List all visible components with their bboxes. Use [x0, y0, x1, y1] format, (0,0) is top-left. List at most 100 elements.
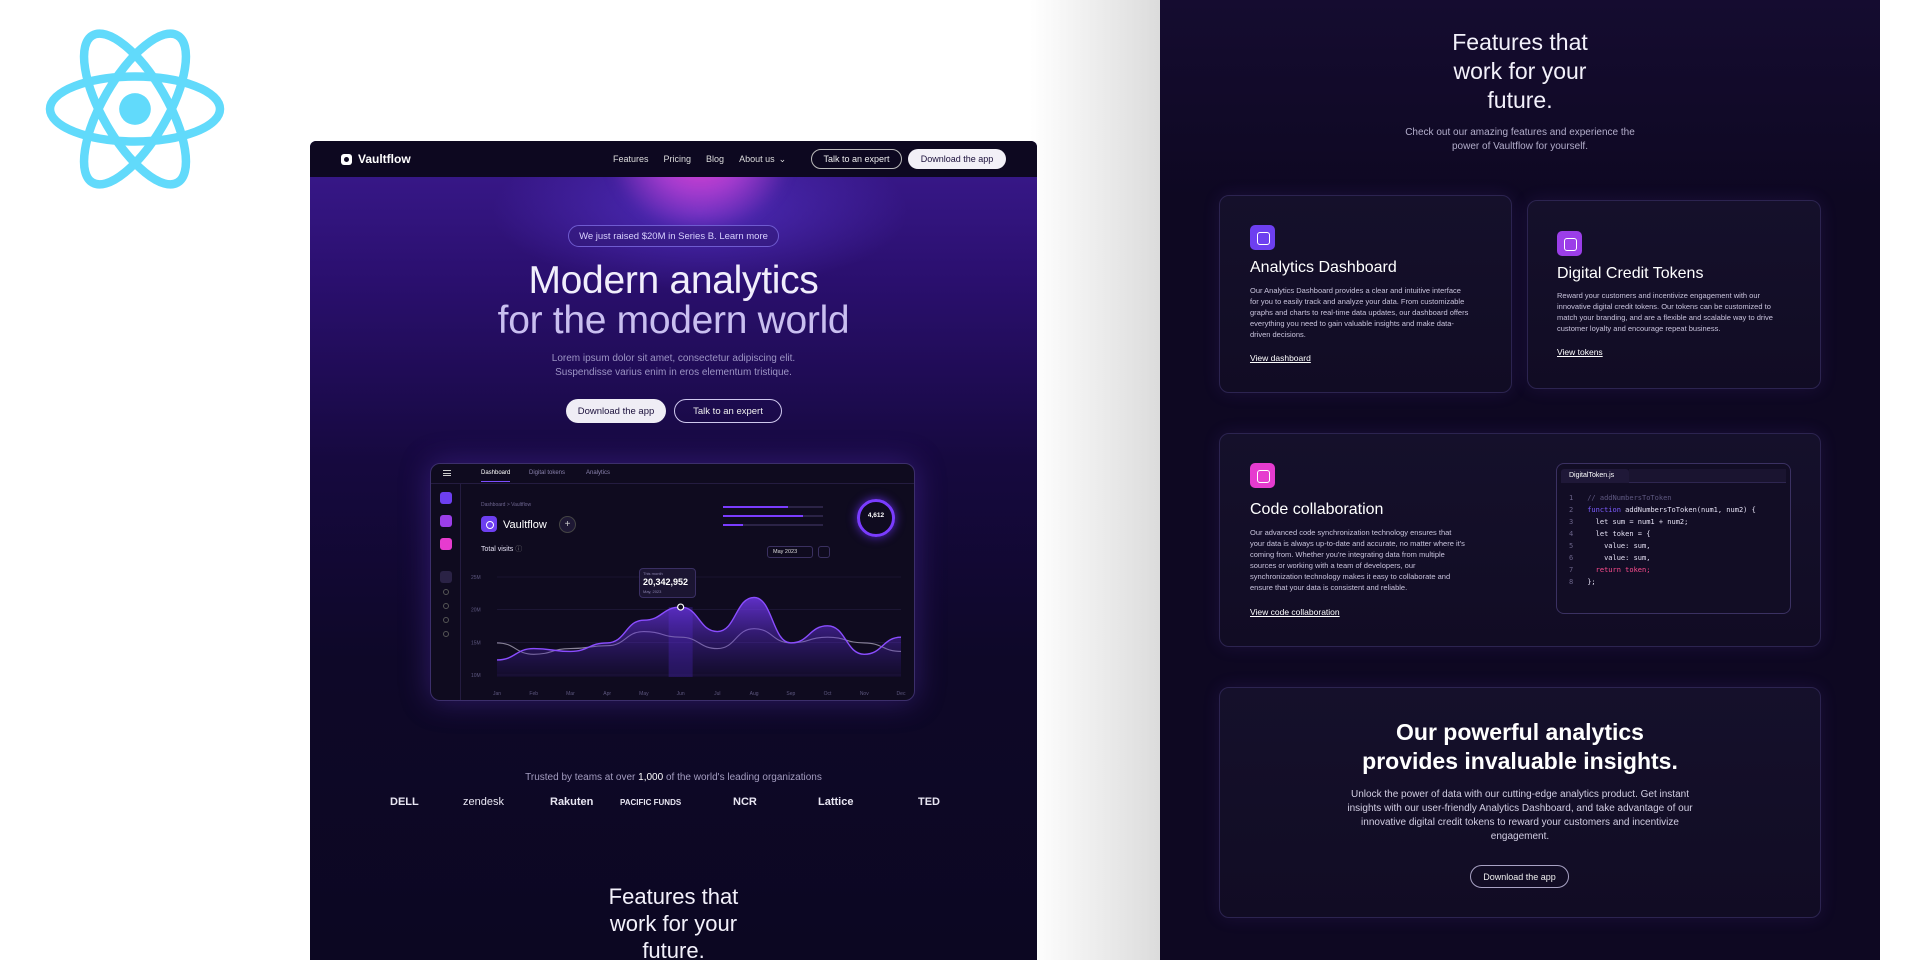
card-description: Our Analytics Dashboard provides a clear…	[1250, 286, 1469, 339]
series-area	[497, 597, 901, 677]
lattice-logo: Lattice	[818, 796, 854, 808]
x-tick-label: Aug	[750, 691, 759, 697]
card-title: Digital Credit Tokens	[1557, 265, 1704, 282]
react-icon	[45, 29, 225, 189]
x-tick-label: May	[639, 691, 649, 697]
hero-download-button[interactable]: Download the app	[566, 399, 666, 423]
x-tick-label: Sep	[786, 691, 795, 697]
total-visits-label: Total visits ⓘ	[481, 546, 523, 553]
x-tick-label: Apr	[603, 691, 611, 697]
file-tab[interactable]: DigitalToken.js	[1561, 469, 1629, 483]
card-title: Analytics Dashboard	[1250, 259, 1397, 276]
card-title: Code collaboration	[1250, 501, 1384, 518]
x-tick-label: Mar	[566, 691, 575, 697]
features-sub-line2: power of Vaultflow for yourself.	[1452, 141, 1588, 152]
menu-icon[interactable]	[443, 470, 451, 476]
chevron-down-icon: ⌄	[778, 153, 787, 164]
nav-link-pricing[interactable]: Pricing	[664, 154, 692, 164]
chart-icon	[1250, 225, 1275, 250]
y-tick-label: 20M	[471, 608, 481, 614]
tab-digital-tokens[interactable]: Digital tokens	[529, 470, 565, 476]
token-icon[interactable]	[440, 515, 452, 527]
zendesk-logo: zendesk	[463, 796, 504, 808]
stat-bar-fill	[723, 506, 788, 508]
features-heading-line3: future.	[1487, 87, 1553, 113]
tab-dashboard[interactable]: Dashboard	[481, 470, 511, 482]
tooltip-label: This month	[643, 571, 663, 576]
vaultflow-icon	[481, 516, 497, 532]
x-tick-label: Jul	[714, 691, 720, 697]
rakuten-logo: Rakuten	[550, 796, 594, 808]
trusted-text: Trusted by teams at over 1,000 of the wo…	[525, 772, 822, 783]
date-picker[interactable]: May 2023	[767, 546, 813, 558]
talk-to-expert-button[interactable]: Talk to an expert	[811, 149, 902, 169]
code-line: 4 let token = {	[1569, 530, 1651, 538]
x-tick-label: Jun	[677, 691, 685, 697]
view-dashboard-link[interactable]: View dashboard	[1250, 353, 1311, 363]
x-tick-label: Feb	[529, 691, 538, 697]
code-editor: DigitalToken.js 1// addNumbersToToken 2f…	[1556, 463, 1791, 614]
dot-icon[interactable]	[443, 589, 449, 595]
hero-talk-button[interactable]: Talk to an expert	[674, 399, 782, 423]
stat-bar-fill	[723, 524, 743, 526]
dot-icon[interactable]	[443, 603, 449, 609]
tooltip-date: May, 2023	[643, 589, 662, 594]
dot-icon[interactable]	[443, 617, 449, 623]
x-tick-label: Oct	[824, 691, 832, 697]
tab-analytics[interactable]: Analytics	[586, 470, 610, 476]
brand-icon	[341, 153, 352, 165]
card-description: Our advanced code synchronization techno…	[1250, 528, 1465, 592]
dell-logo: DELL	[390, 796, 419, 808]
tooltip-value: 20,342,952	[643, 577, 689, 587]
nav-link-features[interactable]: Features	[613, 154, 649, 164]
code-line: 1// addNumbersToToken	[1569, 494, 1672, 502]
ted-logo: TED	[918, 796, 940, 808]
analytics-title-line2: provides invaluable insights.	[1362, 748, 1678, 774]
more-options-button[interactable]	[818, 546, 830, 558]
x-tick-label: Dec	[897, 691, 906, 697]
view-code-collaboration-link[interactable]: View code collaboration	[1250, 607, 1340, 617]
y-tick-label: 25M	[471, 575, 481, 581]
background-shadow	[1030, 0, 1170, 960]
code-line: 6 value: sum,	[1569, 554, 1651, 562]
chart-icon[interactable]	[440, 492, 452, 504]
hero-title-line2: for the modern world	[497, 299, 850, 342]
nav-links: Features Pricing Blog About us ⌄	[613, 141, 786, 177]
view-tokens-link[interactable]: View tokens	[1557, 347, 1603, 357]
dashboard-title: Vaultflow	[503, 519, 547, 531]
ncr-logo: NCR	[733, 796, 757, 808]
pacific-funds-logo: PACIFIC FUNDS	[620, 798, 682, 807]
code-line: 3 let sum = num1 + num2;	[1569, 518, 1689, 526]
nav-link-blog[interactable]: Blog	[706, 154, 724, 164]
analytics-title-line1: Our powerful analytics	[1396, 719, 1644, 745]
features-title-line2: work for your	[609, 911, 738, 936]
features-heading-line1: Features that	[1452, 29, 1588, 55]
features-title-line3: future.	[642, 938, 705, 960]
settings-icon[interactable]	[440, 571, 452, 583]
y-tick-label: 15M	[471, 640, 481, 646]
stat-bars	[723, 499, 823, 526]
download-app-button[interactable]: Download the app	[908, 149, 1006, 169]
code-icon	[1250, 463, 1275, 488]
announcement-pill[interactable]: We just raised $20M in Series B. Learn m…	[568, 225, 779, 247]
code-line: 8};	[1569, 578, 1596, 586]
hero-title-line1: Modern analytics	[528, 259, 819, 302]
nav-link-about[interactable]: About us ⌄	[739, 154, 786, 165]
tab-bar	[1629, 469, 1786, 483]
top-nav: Vaultflow Features Pricing Blog About us…	[310, 141, 1037, 177]
code-icon[interactable]	[440, 538, 452, 550]
data-point[interactable]	[677, 603, 685, 611]
code-line: 5 value: sum,	[1569, 542, 1651, 550]
info-icon: ⓘ	[515, 546, 523, 553]
landing-page-mockup: Vaultflow Features Pricing Blog About us…	[310, 141, 1037, 960]
dot-icon[interactable]	[443, 631, 449, 637]
features-sub-line1: Check out our amazing features and exper…	[1405, 127, 1635, 138]
x-tick-label: Jan	[493, 691, 501, 697]
hero-subtitle-line2: Suspendisse varius enim in eros elementu…	[555, 367, 792, 378]
dashboard-preview: Dashboard Digital tokens Analytics Dashb…	[430, 463, 915, 701]
features-title-line1: Features that	[608, 884, 739, 909]
add-button[interactable]: +	[559, 516, 576, 533]
client-logos: DELL zendesk Rakuten PACIFIC FUNDS NCR L…	[310, 796, 1037, 816]
brand-logo[interactable]: Vaultflow	[341, 152, 411, 166]
analytics-download-button[interactable]: Download the app	[1470, 865, 1569, 888]
